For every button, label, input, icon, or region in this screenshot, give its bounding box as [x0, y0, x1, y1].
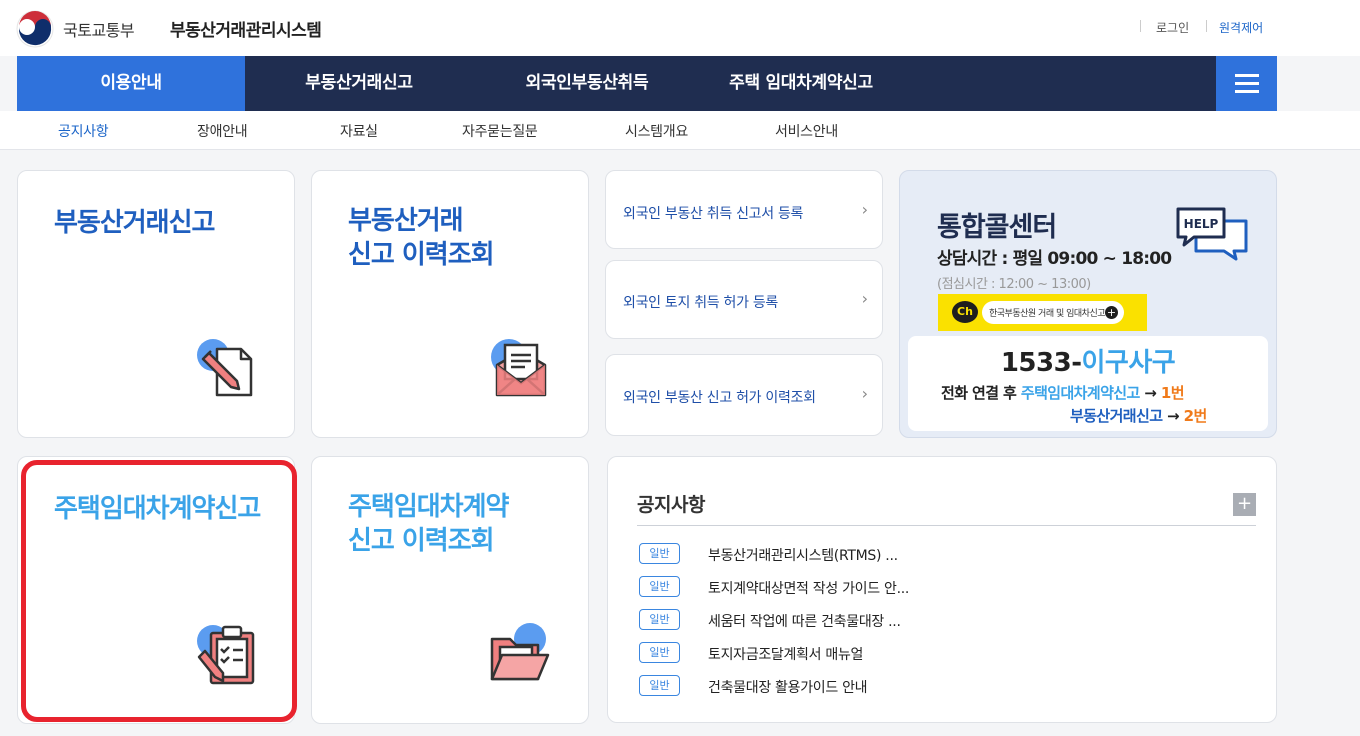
kakao-channel-icon: Ch	[952, 301, 978, 323]
lease-history-card[interactable]: 주택임대차계약 신고 이력조회	[311, 456, 589, 724]
notice-badge: 일반	[639, 675, 680, 696]
notice-text[interactable]: 토지자금조달계획서 매뉴얼	[708, 644, 863, 664]
folder-open-icon	[490, 623, 550, 681]
call-center-hours: 상담시간 : 평일 09:00 ~ 18:00	[937, 249, 1172, 269]
notice-badge: 일반	[639, 543, 680, 564]
notice-badge: 일반	[639, 642, 680, 663]
lnb-item-system-overview[interactable]: 시스템개요	[625, 121, 688, 141]
highlight-box	[21, 460, 297, 722]
realestate-history-card[interactable]: 부동산거래 신고 이력조회	[311, 170, 589, 438]
lnb-item-outage[interactable]: 장애안내	[197, 121, 248, 141]
hamburger-icon	[1235, 74, 1259, 77]
gnb-item-realestate-report[interactable]: 부동산거래신고	[245, 56, 473, 111]
ministry-name[interactable]: 국토교통부	[63, 17, 135, 41]
sub-navigation: 공지사항 장애안내 자료실 자주묻는질문 시스템개요 서비스안내	[0, 111, 1360, 150]
document-pen-icon	[197, 339, 253, 397]
system-name[interactable]: 부동산거래관리시스템	[170, 16, 322, 41]
call-center-panel: 통합콜센터 상담시간 : 평일 09:00 ~ 18:00 (점심시간 : 12…	[899, 170, 1277, 438]
link-label: 외국인 토지 취득 허가 등록	[623, 295, 778, 311]
util-divider	[1206, 20, 1207, 32]
foreign-land-permit-link[interactable]: 외국인 토지 취득 허가 등록 ›	[605, 260, 883, 339]
notice-divider	[637, 525, 1256, 526]
foreign-acquisition-register-link[interactable]: 외국인 부동산 취득 신고서 등록 ›	[605, 170, 883, 249]
notice-title: 공지사항	[637, 494, 705, 516]
lnb-item-faq[interactable]: 자주묻는질문	[462, 121, 538, 141]
link-label: 외국인 부동산 취득 신고서 등록	[623, 206, 804, 222]
notice-more-button[interactable]: +	[1233, 493, 1256, 516]
government-emblem-icon[interactable]	[16, 10, 54, 48]
notice-text[interactable]: 세움터 작업에 따른 건축물대장 ...	[708, 611, 901, 631]
chevron-right-icon: ›	[861, 289, 868, 308]
call-center-number-box: 1533-이구사구 전화 연결 후 주택임대차계약신고 → 1번 부동산거래신고…	[908, 336, 1268, 431]
lnb-item-service-guide[interactable]: 서비스안내	[775, 121, 838, 141]
lnb-item-archive[interactable]: 자료실	[340, 121, 378, 141]
envelope-letter-icon	[491, 339, 547, 397]
plus-icon: +	[1105, 306, 1118, 319]
remote-control-link[interactable]: 원격제어	[1219, 19, 1263, 36]
notice-panel: 공지사항 + 일반 부동산거래관리시스템(RTMS) ... 일반 토지계약대상…	[607, 456, 1277, 723]
gnb-item-guide[interactable]: 이용안내	[17, 56, 245, 111]
login-link[interactable]: 로그인	[1156, 19, 1189, 36]
card-title: 부동산거래 신고 이력조회	[348, 206, 495, 270]
chevron-right-icon: ›	[861, 384, 868, 403]
call-center-lunch: (점심시간 : 12:00 ~ 13:00)	[937, 277, 1091, 292]
notice-text[interactable]: 토지계약대상면적 작성 가이드 안...	[708, 578, 909, 598]
hamburger-menu-button[interactable]	[1216, 56, 1277, 111]
top-header: 국토교통부 부동산거래관리시스템 로그인 원격제어	[0, 0, 1360, 56]
foreign-history-link[interactable]: 외국인 부동산 신고 허가 이력조회 ›	[605, 354, 883, 436]
call-center-title: 통합콜센터	[937, 212, 1057, 243]
util-divider	[1140, 20, 1141, 32]
notice-text[interactable]: 부동산거래관리시스템(RTMS) ...	[708, 545, 898, 565]
kakao-channel-text: 한국부동산원 거래 및 임대차신고	[989, 309, 1106, 319]
help-speech-bubble-icon: HELP	[1176, 207, 1248, 261]
call-center-number: 1533-이구사구	[1000, 348, 1176, 378]
realestate-report-card[interactable]: 부동산거래신고	[17, 170, 295, 438]
notice-text[interactable]: 건축물대장 활용가이드 안내	[708, 677, 868, 697]
notice-badge: 일반	[639, 576, 680, 597]
call-center-option-2: 부동산거래신고 → 2번	[1070, 407, 1207, 425]
chevron-right-icon: ›	[861, 200, 868, 219]
svg-text:HELP: HELP	[1184, 217, 1219, 231]
link-label: 외국인 부동산 신고 허가 이력조회	[623, 390, 816, 406]
gnb-item-lease-report[interactable]: 주택 임대차계약신고	[701, 56, 901, 111]
main-navigation: 이용안내 부동산거래신고 외국인부동산취득 주택 임대차계약신고	[17, 56, 1277, 111]
notice-badge: 일반	[639, 609, 680, 630]
card-title: 부동산거래신고	[54, 208, 215, 238]
call-center-option-1: 전화 연결 후 주택임대차계약신고 → 1번	[941, 384, 1185, 402]
lnb-item-notice[interactable]: 공지사항	[58, 121, 109, 141]
card-title: 주택임대차계약 신고 이력조회	[348, 492, 509, 556]
gnb-item-foreign-acquisition[interactable]: 외국인부동산취득	[473, 56, 701, 111]
kakao-channel-banner[interactable]: Ch 한국부동산원 거래 및 임대차신고 +	[938, 294, 1147, 331]
